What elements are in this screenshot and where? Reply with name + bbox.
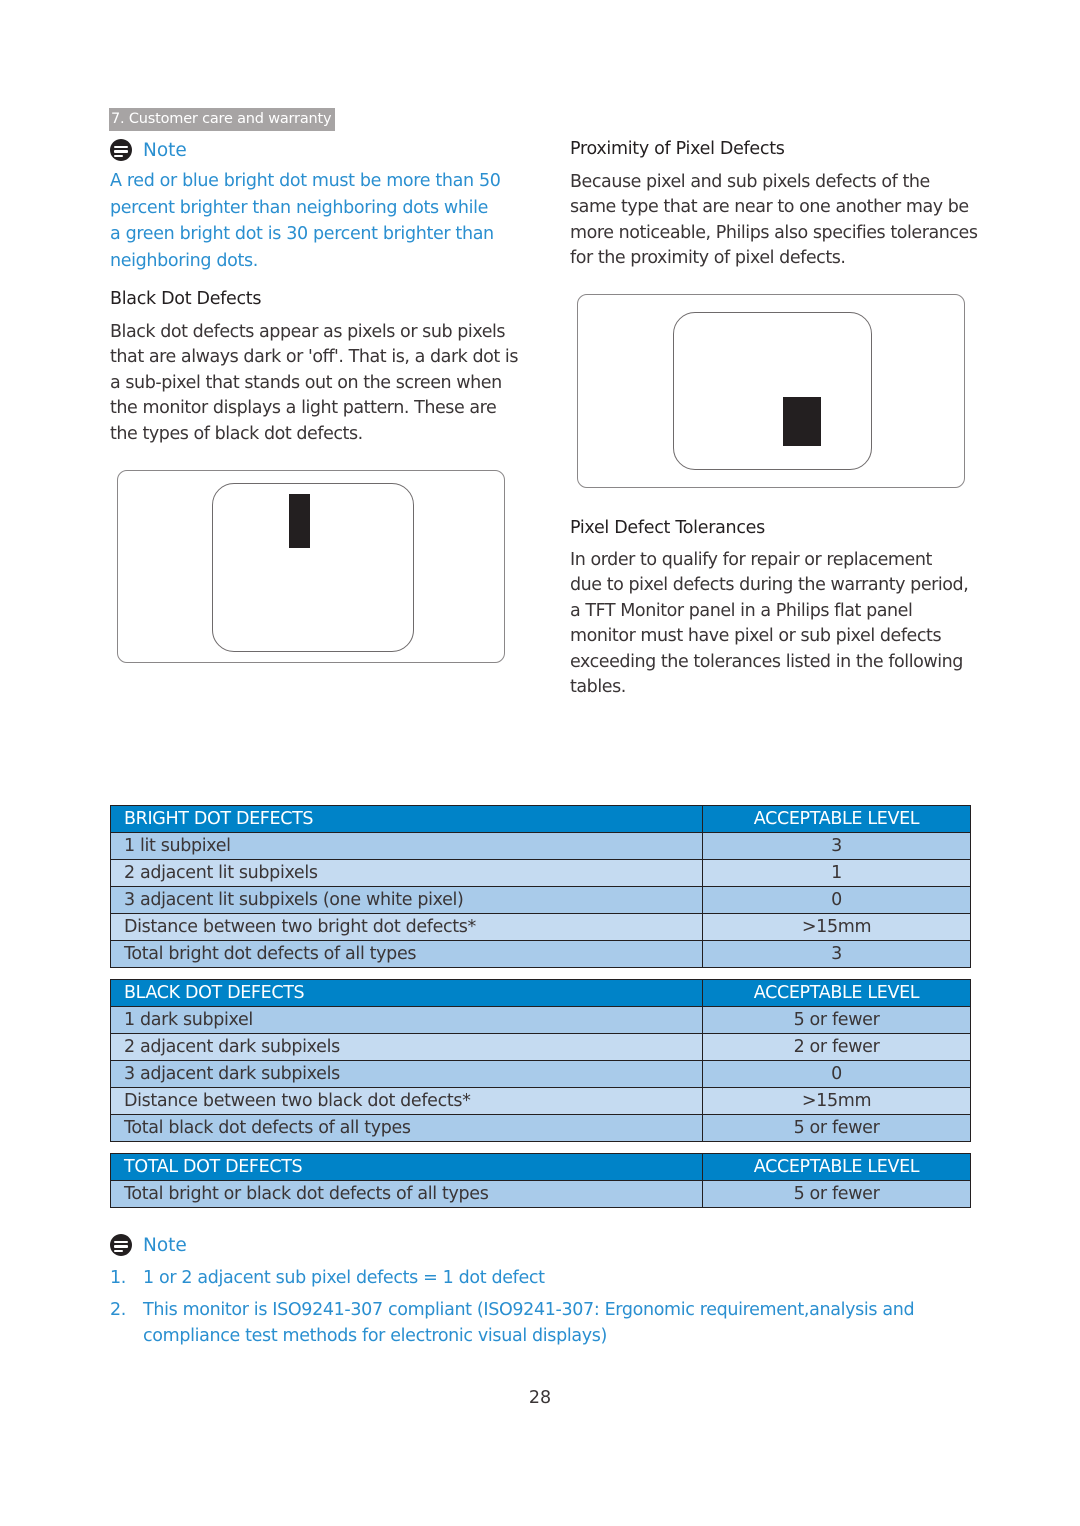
note-item-line: This monitor is ISO9241-307 compliant (I… bbox=[143, 1300, 915, 1320]
table-row: Total bright or black dot defects of all… bbox=[110, 1180, 971, 1208]
table-header-row: BRIGHT DOT DEFECTS ACCEPTABLE LEVEL bbox=[110, 805, 971, 833]
proximity-figure bbox=[577, 294, 965, 488]
table-header-defect: BRIGHT DOT DEFECTS bbox=[110, 805, 703, 833]
table-row: Distance between two black dot defects* … bbox=[110, 1087, 971, 1115]
level-cell: 3 bbox=[702, 832, 971, 860]
defect-cell: 1 lit subpixel bbox=[110, 832, 703, 860]
dark-subpixel-icon bbox=[289, 494, 310, 548]
note-item-line: 1 or 2 adjacent sub pixel defects = 1 do… bbox=[143, 1268, 545, 1288]
table-row: Total bright dot defects of all types 3 bbox=[110, 940, 971, 968]
defect-cell: Distance between two black dot defects* bbox=[110, 1087, 703, 1115]
note-item: 1. 1 or 2 adjacent sub pixel defects = 1… bbox=[110, 1265, 970, 1291]
bright-dot-defects-table: BRIGHT DOT DEFECTS ACCEPTABLE LEVEL 1 li… bbox=[110, 805, 971, 968]
defect-cell: Total black dot defects of all types bbox=[110, 1114, 703, 1142]
paragraph-line: Black dot defects appear as pixels or su… bbox=[110, 322, 506, 342]
paragraph-line: the monitor displays a light pattern. Th… bbox=[110, 398, 497, 419]
paragraph-line: exceeding the tolerances listed in the f… bbox=[570, 651, 963, 672]
paragraph-line: that are always dark or 'off'. That is, … bbox=[110, 347, 519, 368]
table-row: 1 lit subpixel 3 bbox=[110, 832, 971, 860]
dark-pixel-icon bbox=[783, 397, 821, 446]
level-cell: 2 or fewer bbox=[702, 1033, 971, 1061]
tolerances-heading: Pixel Defect Tolerances bbox=[570, 518, 765, 538]
defect-cell: Distance between two bright dot defects* bbox=[110, 913, 703, 941]
proximity-text: Because pixel and sub pixels defects of … bbox=[570, 170, 980, 272]
level-cell: 5 or fewer bbox=[702, 1114, 971, 1142]
note-line: A red or blue bright dot must be more th… bbox=[110, 171, 501, 191]
level-cell: >15mm bbox=[702, 1087, 971, 1115]
note-text: A red or blue bright dot must be more th… bbox=[110, 168, 540, 274]
note-line: neighboring dots. bbox=[110, 250, 258, 271]
defect-cell: 1 dark subpixel bbox=[110, 1006, 703, 1034]
note-line: percent brighter than neighboring dots w… bbox=[110, 197, 489, 218]
defect-cell: 2 adjacent dark subpixels bbox=[110, 1033, 703, 1061]
level-cell: 3 bbox=[702, 940, 971, 968]
black-dot-defects-heading: Black Dot Defects bbox=[110, 289, 262, 309]
paragraph-line: more noticeable, Philips also specifies … bbox=[570, 222, 978, 243]
note-item: 2. This monitor is ISO9241-307 compliant… bbox=[110, 1297, 970, 1349]
monitor-screen-icon bbox=[212, 483, 414, 652]
table-row: Distance between two bright dot defects*… bbox=[110, 913, 971, 941]
tolerances-text: In order to qualify for repair or replac… bbox=[570, 548, 980, 700]
black-dot-defects-text: Black dot defects appear as pixels or su… bbox=[110, 320, 540, 447]
level-cell: >15mm bbox=[702, 913, 971, 941]
table-row: Total black dot defects of all types 5 o… bbox=[110, 1114, 971, 1142]
paragraph-line: In order to qualify for repair or replac… bbox=[570, 550, 932, 570]
paragraph-line: due to pixel defects during the warranty… bbox=[570, 575, 969, 596]
table-header-row: BLACK DOT DEFECTS ACCEPTABLE LEVEL bbox=[110, 979, 971, 1007]
total-dot-defects-table: TOTAL DOT DEFECTS ACCEPTABLE LEVEL Total… bbox=[110, 1153, 971, 1208]
defect-cell: 3 adjacent lit subpixels (one white pixe… bbox=[110, 886, 703, 914]
paragraph-line: Because pixel and sub pixels defects of … bbox=[570, 172, 930, 192]
paragraph-line: same type that are near to one another m… bbox=[570, 197, 969, 218]
level-cell: 1 bbox=[702, 859, 971, 887]
level-cell: 0 bbox=[702, 1060, 971, 1088]
table-row: 3 adjacent dark subpixels 0 bbox=[110, 1060, 971, 1088]
note-icon bbox=[110, 139, 132, 161]
paragraph-line: a TFT Monitor panel in a Philips flat pa… bbox=[570, 600, 913, 621]
black-dot-defects-table: BLACK DOT DEFECTS ACCEPTABLE LEVEL 1 dar… bbox=[110, 979, 971, 1142]
table-row: 2 adjacent lit subpixels 1 bbox=[110, 859, 971, 887]
note-item-number: 2. bbox=[110, 1300, 126, 1320]
defect-cell: 3 adjacent dark subpixels bbox=[110, 1060, 703, 1088]
note-heading: Note bbox=[110, 139, 187, 161]
paragraph-line: the types of black dot defects. bbox=[110, 423, 363, 444]
table-header-row: TOTAL DOT DEFECTS ACCEPTABLE LEVEL bbox=[110, 1153, 971, 1181]
table-header-level: ACCEPTABLE LEVEL bbox=[702, 979, 971, 1007]
level-cell: 0 bbox=[702, 886, 971, 914]
defect-cell: Total bright or black dot defects of all… bbox=[110, 1180, 703, 1208]
table-header-defect: BLACK DOT DEFECTS bbox=[110, 979, 703, 1007]
level-cell: 5 or fewer bbox=[702, 1180, 971, 1208]
table-header-defect: TOTAL DOT DEFECTS bbox=[110, 1153, 703, 1181]
page-number: 28 bbox=[528, 1388, 552, 1408]
bottom-note-heading: Note bbox=[110, 1234, 187, 1256]
paragraph-line: for the proximity of pixel defects. bbox=[570, 248, 846, 269]
defect-cell: 2 adjacent lit subpixels bbox=[110, 859, 703, 887]
paragraph-line: tables. bbox=[570, 677, 626, 698]
note-item-number: 1. bbox=[110, 1268, 126, 1288]
proximity-heading: Proximity of Pixel Defects bbox=[570, 139, 785, 159]
note-label: Note bbox=[143, 139, 187, 161]
table-row: 3 adjacent lit subpixels (one white pixe… bbox=[110, 886, 971, 914]
note-icon bbox=[110, 1234, 132, 1256]
paragraph-line: a sub-pixel that stands out on the scree… bbox=[110, 372, 502, 393]
level-cell: 5 or fewer bbox=[702, 1006, 971, 1034]
paragraph-line: monitor must have pixel or sub pixel def… bbox=[570, 626, 942, 647]
table-row: 1 dark subpixel 5 or fewer bbox=[110, 1006, 971, 1034]
table-header-level: ACCEPTABLE LEVEL bbox=[702, 805, 971, 833]
bottom-note-list: 1. 1 or 2 adjacent sub pixel defects = 1… bbox=[110, 1265, 970, 1349]
table-header-level: ACCEPTABLE LEVEL bbox=[702, 1153, 971, 1181]
defect-cell: Total bright dot defects of all types bbox=[110, 940, 703, 968]
black-dot-figure bbox=[117, 470, 505, 663]
monitor-screen-icon bbox=[673, 312, 872, 470]
note-label: Note bbox=[143, 1234, 187, 1256]
note-line: a green bright dot is 30 percent brighte… bbox=[110, 224, 494, 244]
section-tag: 7. Customer care and warranty bbox=[109, 108, 336, 131]
note-item-line: compliance test methods for electronic v… bbox=[143, 1326, 607, 1346]
table-row: 2 adjacent dark subpixels 2 or fewer bbox=[110, 1033, 971, 1061]
